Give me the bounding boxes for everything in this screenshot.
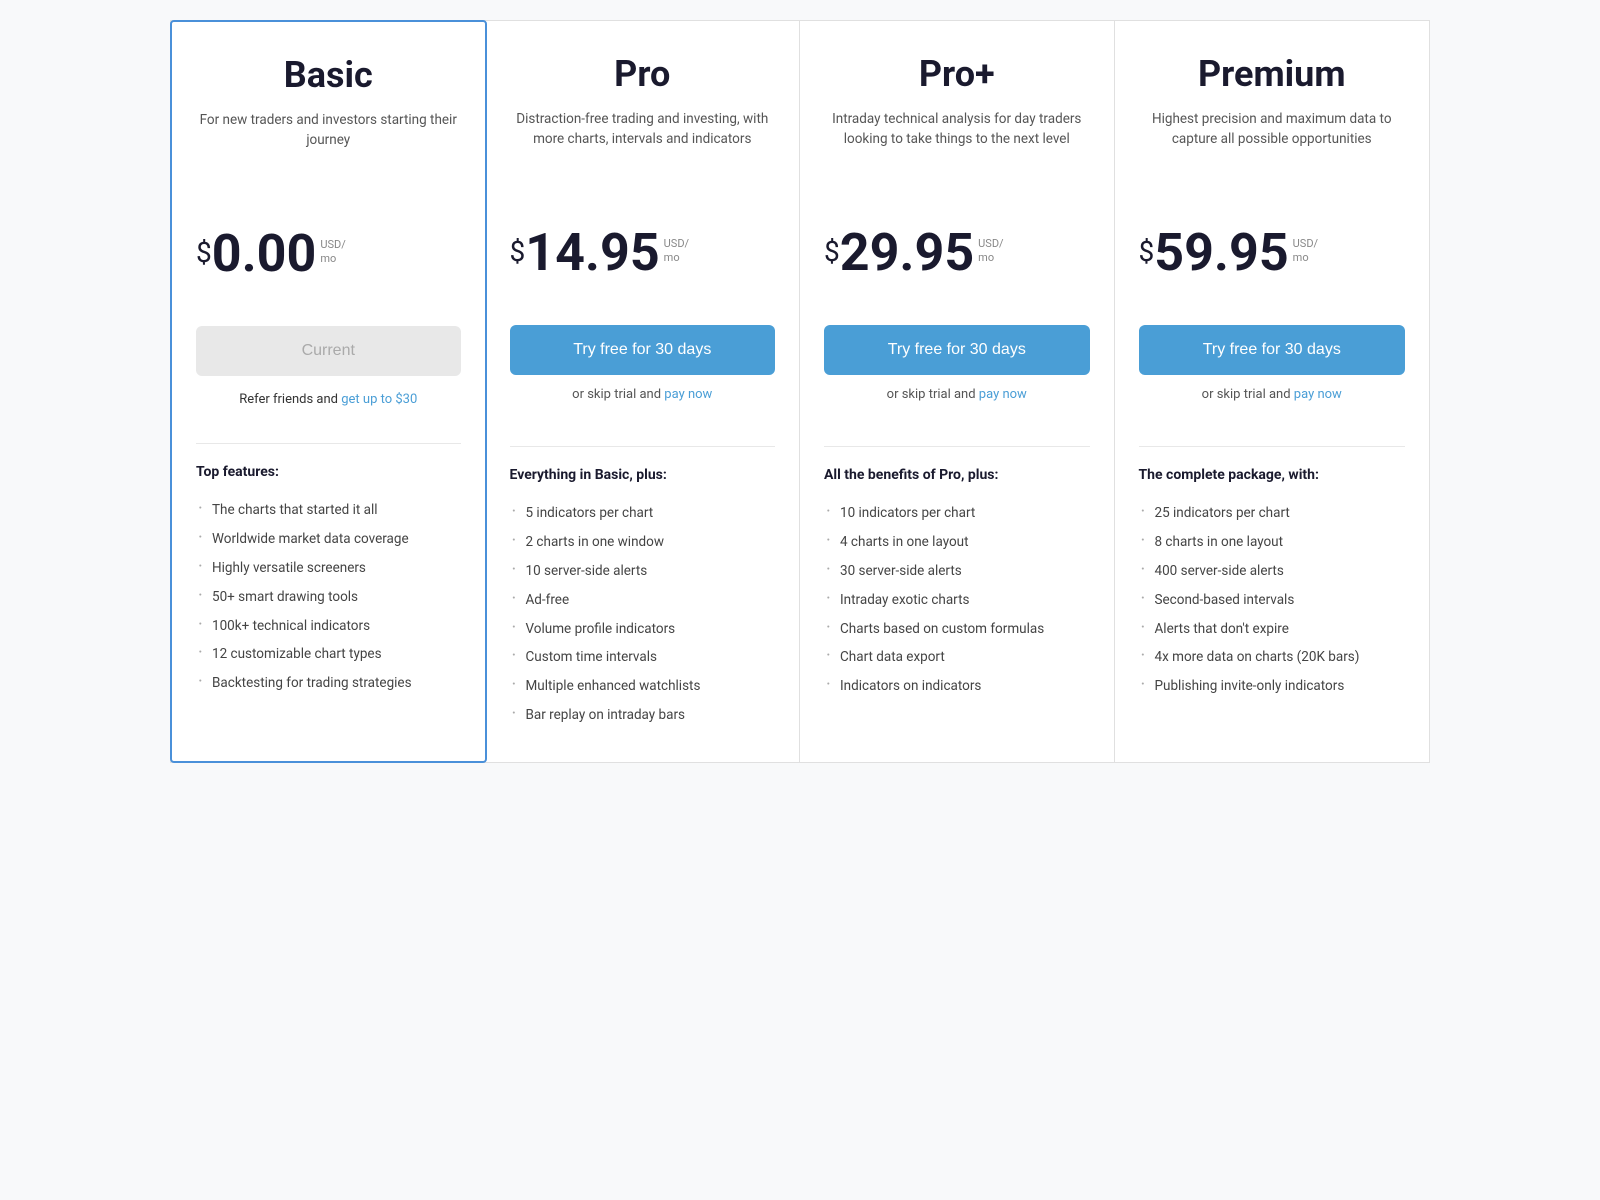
price-dollar-premium: $ bbox=[1139, 235, 1155, 268]
price-suffix-pro: USD/mo bbox=[664, 237, 689, 266]
list-item: Volume profile indicators bbox=[510, 615, 776, 644]
list-item: Multiple enhanced watchlists bbox=[510, 672, 776, 701]
plan-card-premium: Premium Highest precision and maximum dat… bbox=[1115, 21, 1430, 762]
plan-description-premium: Highest precision and maximum data to ca… bbox=[1139, 109, 1406, 181]
pay-now-link-pro[interactable]: pay now bbox=[664, 387, 712, 402]
cta-area-pro: Try free for 30 days or skip trial and pa… bbox=[510, 325, 776, 410]
features-list-basic: The charts that started it allWorldwide … bbox=[196, 496, 461, 698]
price-amount-premium: 59.95 bbox=[1154, 227, 1288, 279]
list-item: Intraday exotic charts bbox=[824, 586, 1090, 615]
skip-trial-pro: or skip trial and pay now bbox=[510, 387, 776, 402]
pay-now-link-premium[interactable]: pay now bbox=[1294, 387, 1342, 402]
list-item: Publishing invite-only indicators bbox=[1139, 672, 1406, 701]
price-amount-basic: 0.00 bbox=[212, 228, 317, 280]
plan-name-proplus: Pro+ bbox=[824, 53, 1090, 95]
list-item: Second-based intervals bbox=[1139, 586, 1406, 615]
list-item: Indicators on indicators bbox=[824, 672, 1090, 701]
price-dollar-basic: $ bbox=[196, 236, 212, 269]
list-item: 8 charts in one layout bbox=[1139, 528, 1406, 557]
features-heading-premium: The complete package, with: bbox=[1139, 467, 1406, 483]
list-item: Worldwide market data coverage bbox=[196, 525, 461, 554]
refer-link[interactable]: get up to $30 bbox=[341, 392, 417, 407]
plan-description-basic: For new traders and investors starting t… bbox=[196, 110, 461, 182]
price-suffix-basic: USD/mo bbox=[320, 238, 345, 267]
list-item: 2 charts in one window bbox=[510, 528, 776, 557]
price-dollar-proplus: $ bbox=[824, 235, 840, 268]
plan-description-proplus: Intraday technical analysis for day trad… bbox=[824, 109, 1090, 181]
divider-premium bbox=[1139, 446, 1406, 447]
plan-price-area-basic: $0.00USD/mo bbox=[196, 214, 461, 294]
list-item: 4x more data on charts (20K bars) bbox=[1139, 643, 1406, 672]
price-suffix-premium: USD/mo bbox=[1293, 237, 1318, 266]
list-item: Custom time intervals bbox=[510, 643, 776, 672]
list-item: Charts based on custom formulas bbox=[824, 615, 1090, 644]
plan-price-area-pro: $14.95USD/mo bbox=[510, 213, 776, 293]
list-item: 100k+ technical indicators bbox=[196, 612, 461, 641]
price-dollar-pro: $ bbox=[510, 235, 526, 268]
price-amount-proplus: 29.95 bbox=[840, 227, 974, 279]
list-item: 12 customizable chart types bbox=[196, 640, 461, 669]
skip-trial-proplus: or skip trial and pay now bbox=[824, 387, 1090, 402]
features-list-pro: 5 indicators per chart2 charts in one wi… bbox=[510, 499, 776, 730]
trial-button-proplus[interactable]: Try free for 30 days bbox=[824, 325, 1090, 375]
divider-basic bbox=[196, 443, 461, 444]
list-item: 4 charts in one layout bbox=[824, 528, 1090, 557]
list-item: Chart data export bbox=[824, 643, 1090, 672]
price-amount-pro: 14.95 bbox=[525, 227, 659, 279]
pricing-grid: Basic For new traders and investors start… bbox=[170, 20, 1430, 763]
list-item: 10 indicators per chart bbox=[824, 499, 1090, 528]
features-heading-pro: Everything in Basic, plus: bbox=[510, 467, 776, 483]
cta-area-proplus: Try free for 30 days or skip trial and pa… bbox=[824, 325, 1090, 410]
price-suffix-proplus: USD/mo bbox=[978, 237, 1003, 266]
current-button-basic: Current bbox=[196, 326, 461, 376]
cta-area-basic: Current Refer friends and get up to $30 bbox=[196, 326, 461, 407]
list-item: 400 server-side alerts bbox=[1139, 557, 1406, 586]
plan-card-basic: Basic For new traders and investors start… bbox=[170, 20, 487, 763]
list-item: Backtesting for trading strategies bbox=[196, 669, 461, 698]
trial-button-pro[interactable]: Try free for 30 days bbox=[510, 325, 776, 375]
plan-card-pro: Pro Distraction-free trading and investin… bbox=[486, 21, 801, 762]
list-item: Highly versatile screeners bbox=[196, 554, 461, 583]
list-item: 10 server-side alerts bbox=[510, 557, 776, 586]
trial-button-premium[interactable]: Try free for 30 days bbox=[1139, 325, 1406, 375]
plan-name-premium: Premium bbox=[1139, 53, 1406, 95]
features-list-premium: 25 indicators per chart8 charts in one l… bbox=[1139, 499, 1406, 701]
list-item: The charts that started it all bbox=[196, 496, 461, 525]
plan-price-area-proplus: $29.95USD/mo bbox=[824, 213, 1090, 293]
features-heading-basic: Top features: bbox=[196, 464, 461, 480]
plan-name-basic: Basic bbox=[196, 54, 461, 96]
plan-name-pro: Pro bbox=[510, 53, 776, 95]
divider-proplus bbox=[824, 446, 1090, 447]
features-list-proplus: 10 indicators per chart4 charts in one l… bbox=[824, 499, 1090, 701]
list-item: 25 indicators per chart bbox=[1139, 499, 1406, 528]
skip-trial-premium: or skip trial and pay now bbox=[1139, 387, 1406, 402]
cta-area-premium: Try free for 30 days or skip trial and pa… bbox=[1139, 325, 1406, 410]
list-item: Bar replay on intraday bars bbox=[510, 701, 776, 730]
plan-description-pro: Distraction-free trading and investing, … bbox=[510, 109, 776, 181]
list-item: Ad-free bbox=[510, 586, 776, 615]
divider-pro bbox=[510, 446, 776, 447]
pay-now-link-proplus[interactable]: pay now bbox=[979, 387, 1027, 402]
list-item: Alerts that don't expire bbox=[1139, 615, 1406, 644]
list-item: 30 server-side alerts bbox=[824, 557, 1090, 586]
list-item: 5 indicators per chart bbox=[510, 499, 776, 528]
list-item: 50+ smart drawing tools bbox=[196, 583, 461, 612]
refer-text-basic: Refer friends and get up to $30 bbox=[196, 392, 461, 407]
plan-price-area-premium: $59.95USD/mo bbox=[1139, 213, 1406, 293]
plan-card-proplus: Pro+ Intraday technical analysis for day … bbox=[800, 21, 1115, 762]
features-heading-proplus: All the benefits of Pro, plus: bbox=[824, 467, 1090, 483]
